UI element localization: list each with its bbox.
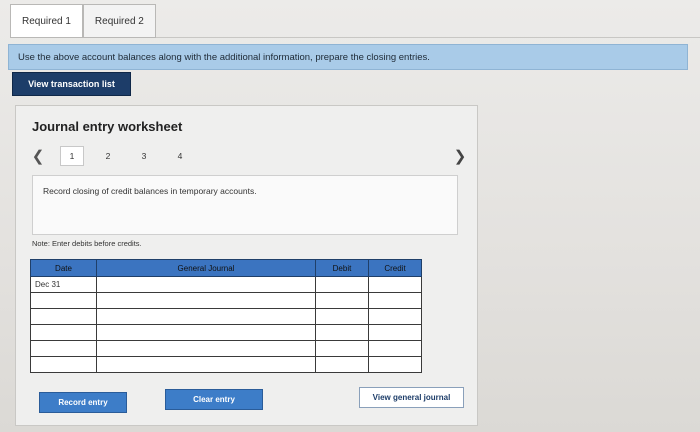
tab-required-1[interactable]: Required 1	[10, 4, 83, 38]
tab-strip	[156, 4, 700, 38]
journal-entry-worksheet: Journal entry worksheet ❮ 1 2 3 4 ❯ Reco…	[15, 105, 478, 426]
table-row: Dec 31	[30, 276, 422, 293]
chevron-right-icon[interactable]: ❯	[450, 146, 470, 166]
tab-bar: Required 1 Required 2	[10, 4, 156, 38]
header-date: Date	[30, 259, 97, 277]
date-cell[interactable]	[30, 324, 97, 341]
record-entry-button[interactable]: Record entry	[39, 392, 127, 413]
journal-cell[interactable]	[96, 276, 316, 293]
clear-entry-button[interactable]: Clear entry	[165, 389, 263, 410]
debit-cell[interactable]	[315, 308, 369, 325]
chevron-left-icon[interactable]: ❮	[28, 147, 48, 165]
step-4[interactable]: 4	[168, 146, 192, 166]
date-cell[interactable]: Dec 31	[30, 276, 97, 293]
journal-cell[interactable]	[96, 356, 316, 373]
credit-cell[interactable]	[368, 356, 422, 373]
credit-cell[interactable]	[368, 292, 422, 309]
date-cell[interactable]	[30, 356, 97, 373]
debit-cell[interactable]	[315, 324, 369, 341]
step-navigator: ❮ 1 2 3 4	[28, 146, 192, 166]
table-row	[30, 292, 422, 309]
step-3[interactable]: 3	[132, 146, 156, 166]
debit-cell[interactable]	[315, 276, 369, 293]
date-cell[interactable]	[30, 340, 97, 357]
tab-required-2[interactable]: Required 2	[82, 4, 156, 38]
credit-cell[interactable]	[368, 276, 422, 293]
table-row	[30, 308, 422, 325]
step-1[interactable]: 1	[60, 146, 84, 166]
date-cell[interactable]	[30, 308, 97, 325]
journal-cell[interactable]	[96, 340, 316, 357]
header-credit: Credit	[368, 259, 422, 277]
worksheet-title: Journal entry worksheet	[32, 119, 183, 134]
date-cell[interactable]	[30, 292, 97, 309]
step-2[interactable]: 2	[96, 146, 120, 166]
table-row	[30, 340, 422, 357]
credit-cell[interactable]	[368, 324, 422, 341]
view-general-journal-button[interactable]: View general journal	[359, 387, 464, 408]
instruction-banner: Use the above account balances along wit…	[8, 44, 688, 70]
journal-cell[interactable]	[96, 324, 316, 341]
entry-instruction: Record closing of credit balances in tem…	[43, 186, 257, 196]
header-general-journal: General Journal	[96, 259, 316, 277]
view-transaction-list-button[interactable]: View transaction list	[12, 72, 131, 96]
table-row	[30, 324, 422, 341]
journal-cell[interactable]	[96, 308, 316, 325]
journal-table: Date General Journal Debit Credit Dec 31	[30, 259, 422, 373]
table-row	[30, 356, 422, 373]
debit-cell[interactable]	[315, 356, 369, 373]
debit-credit-note: Note: Enter debits before credits.	[32, 239, 142, 248]
debit-cell[interactable]	[315, 340, 369, 357]
instruction-text: Use the above account balances along wit…	[18, 51, 430, 63]
debit-cell[interactable]	[315, 292, 369, 309]
entry-instruction-box: Record closing of credit balances in tem…	[32, 175, 458, 235]
credit-cell[interactable]	[368, 340, 422, 357]
header-debit: Debit	[315, 259, 369, 277]
credit-cell[interactable]	[368, 308, 422, 325]
table-header-row: Date General Journal Debit Credit	[30, 259, 422, 277]
journal-cell[interactable]	[96, 292, 316, 309]
